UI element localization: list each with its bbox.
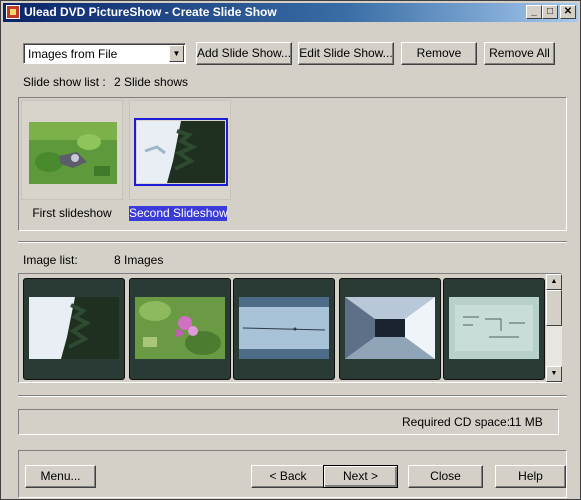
slideshow-count: 2 Slide shows: [114, 75, 189, 89]
image-list: [18, 273, 562, 383]
window-title: Ulead DVD PictureShow - Create Slide Sho…: [24, 5, 277, 19]
app-icon: [6, 5, 20, 19]
image-item[interactable]: [233, 278, 335, 380]
edit-slideshow-button[interactable]: Edit Slide Show...: [298, 42, 394, 65]
image-thumbnail: [345, 297, 435, 359]
slideshow-list: First slideshow Second Slideshow: [18, 97, 567, 231]
divider: [18, 241, 567, 243]
image-list-scrollbar[interactable]: ▲ ▼: [546, 274, 562, 382]
slideshow-list-label: Slide show list :: [23, 75, 106, 89]
cd-space-label: Required CD space:: [402, 415, 511, 429]
menu-button[interactable]: Menu...: [25, 465, 96, 488]
maximize-button[interactable]: □: [542, 5, 558, 19]
next-button[interactable]: Next >: [323, 465, 398, 488]
remove-button[interactable]: Remove: [401, 42, 477, 65]
image-item[interactable]: [129, 278, 231, 380]
slideshow-thumbnail: [134, 118, 228, 186]
scroll-down-arrow-icon[interactable]: ▼: [546, 366, 562, 382]
image-count: 8 Images: [114, 253, 164, 267]
slideshow-item-second[interactable]: [129, 100, 231, 200]
scroll-up-arrow-icon[interactable]: ▲: [546, 274, 562, 290]
cd-space-value: 11 MB: [509, 415, 543, 429]
image-thumbnail: [29, 297, 119, 359]
help-button[interactable]: Help: [495, 465, 566, 488]
image-item[interactable]: [443, 278, 545, 380]
image-item[interactable]: [23, 278, 125, 380]
source-dropdown-value: Images from File: [28, 47, 118, 61]
slideshow-label-second[interactable]: Second Slideshow: [129, 206, 228, 221]
chevron-down-icon[interactable]: ▼: [169, 45, 184, 62]
cd-space-box: Required CD space: 11 MB: [18, 409, 559, 435]
scroll-thumb[interactable]: [546, 290, 562, 326]
title-bar[interactable]: Ulead DVD PictureShow - Create Slide Sho…: [3, 3, 578, 22]
back-button[interactable]: < Back: [251, 465, 325, 488]
image-item[interactable]: [339, 278, 441, 380]
source-dropdown[interactable]: Images from File ▼: [23, 43, 186, 64]
slideshow-item-first[interactable]: [21, 100, 123, 200]
close-button[interactable]: Close: [408, 465, 483, 488]
create-slide-show-window: Ulead DVD PictureShow - Create Slide Sho…: [0, 0, 581, 500]
remove-all-button[interactable]: Remove All: [484, 42, 555, 65]
slideshow-label-first[interactable]: First slideshow: [21, 206, 123, 221]
image-list-label: Image list:: [23, 253, 78, 267]
divider: [18, 395, 567, 397]
minimize-button[interactable]: _: [526, 5, 542, 19]
slideshow-thumbnail: [29, 122, 117, 184]
add-slideshow-button[interactable]: Add Slide Show...: [196, 42, 292, 65]
image-thumbnail: [449, 297, 539, 359]
image-thumbnail: [135, 297, 225, 359]
close-window-button[interactable]: ✕: [560, 5, 576, 19]
image-thumbnail: [239, 297, 329, 359]
